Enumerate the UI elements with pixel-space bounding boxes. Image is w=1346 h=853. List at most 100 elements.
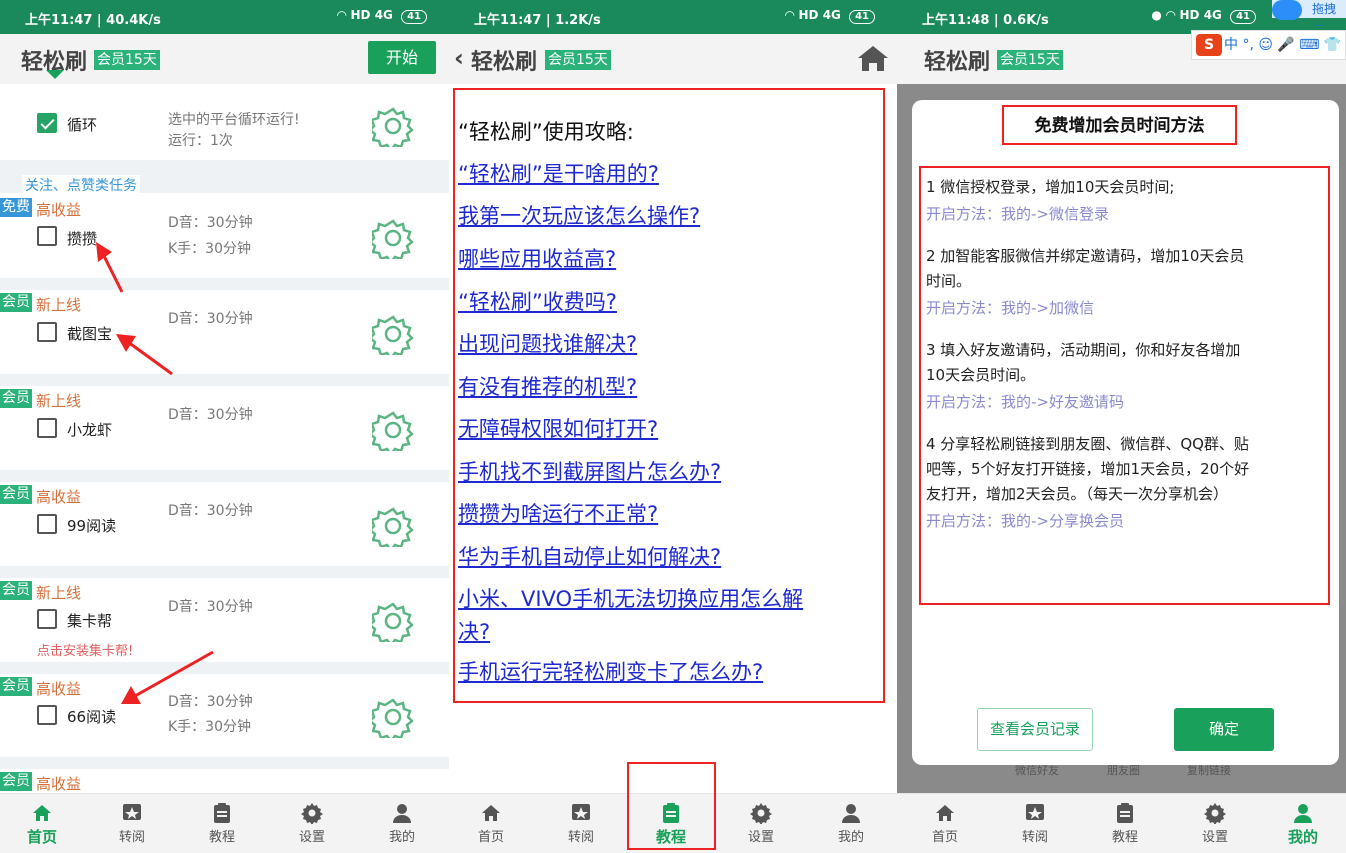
gear-icon[interactable] <box>372 696 414 738</box>
nav-label: 首页 <box>26 828 57 846</box>
settings-icon <box>750 803 772 824</box>
guide-link[interactable]: 有没有推荐的机型? <box>458 371 637 401</box>
nav-label: 我的 <box>837 830 864 845</box>
guide-link[interactable]: 手机运行完轻松刷变卡了怎么办? <box>458 656 763 686</box>
task-name: 集卡帮 <box>67 612 113 630</box>
guide-link[interactable]: 华为手机自动停止如何解决? <box>458 541 721 571</box>
task-subtag: 高收益 <box>36 680 82 698</box>
task-duration-d: D音：30分钟 <box>168 407 253 423</box>
nav-item-tutorial[interactable]: 教程 <box>177 794 267 853</box>
loop-checkbox[interactable] <box>37 113 57 133</box>
task-subtag: 高收益 <box>36 488 82 506</box>
home-icon[interactable] <box>857 44 889 72</box>
nav-item-mine[interactable]: 我的 <box>1260 794 1346 853</box>
view-vip-record-button[interactable]: 查看会员记录 <box>977 708 1093 751</box>
forward-icon <box>572 804 590 820</box>
confirm-button[interactable]: 确定 <box>1174 708 1274 751</box>
rule-text: 友打开，增加2天会员。（每天一次分享机会） <box>926 485 1229 503</box>
gear-icon[interactable] <box>372 600 414 642</box>
gear-icon[interactable] <box>372 505 414 547</box>
rule-text: 1 微信授权登录，增加10天会员时间; <box>926 178 1175 196</box>
start-button[interactable]: 开始 <box>368 41 436 74</box>
vip-badge: 会员15天 <box>997 50 1063 70</box>
nav-item-settings[interactable]: 设置 <box>267 794 357 853</box>
status-time: 上午11:48 | 0.6K/s <box>922 13 1049 28</box>
guide-link[interactable]: 决? <box>458 616 490 646</box>
rule-method: 开启方法：我的->微信登录 <box>926 205 1109 223</box>
task-subtag: 新上线 <box>36 392 82 410</box>
annotation-arrow-icon <box>96 242 124 293</box>
rule-text: 吧等，5个好友打开链接，增加1天会员，20个好 <box>926 460 1250 478</box>
nav-item-mine[interactable]: 我的 <box>357 794 447 853</box>
guide-link[interactable]: 我第一次玩应该怎么操作? <box>458 200 700 230</box>
nav-item-forward[interactable]: 转阅 <box>87 794 177 853</box>
top-bar: 轻松刷 会员15天 开始 <box>0 34 449 84</box>
task-name: 截图宝 <box>67 325 113 343</box>
annotation-arrow-icon <box>121 650 214 704</box>
weibo-icon: ● <box>1151 8 1162 22</box>
task-duration-d: D音：30分钟 <box>168 599 253 615</box>
rule-item: 1 微信授权登录，增加10天会员时间; <box>926 175 1322 200</box>
task-duration-d: D音：30分钟 <box>168 215 253 231</box>
rule-text: 4 分享轻松刷链接到朋友圈、微信群、QQ群、贴 <box>926 435 1249 453</box>
guide-link[interactable]: 出现问题找谁解决? <box>458 328 637 358</box>
settings-icon <box>1204 803 1226 824</box>
nav-item-mine[interactable]: 我的 <box>806 794 896 853</box>
status-bar: 上午11:47 | 40.4K/s ◠ HD 4G 41 <box>0 0 449 34</box>
task-checkbox[interactable] <box>37 514 57 534</box>
nav-label: 设置 <box>1201 830 1228 845</box>
nav-item-home[interactable]: 首页 <box>900 794 990 853</box>
task-checkbox[interactable] <box>37 418 57 438</box>
gear-icon[interactable] <box>372 409 414 451</box>
nav-label: 我的 <box>388 830 415 845</box>
task-duration-k: K手：30分钟 <box>168 241 251 257</box>
status-icons: ● ◠ HD 4G 41 <box>1151 8 1256 24</box>
annotation-arrow-icon <box>116 334 173 376</box>
status-time: 上午11:47 | 1.2K/s <box>474 13 601 28</box>
top-bar: ‹ 轻松刷 会员15天 <box>449 34 897 84</box>
nav-item-settings[interactable]: 设置 <box>716 794 806 853</box>
nav-label: 转阅 <box>1021 830 1048 845</box>
guide-link[interactable]: “轻松刷”收费吗? <box>458 286 617 316</box>
back-icon[interactable]: ‹ <box>454 44 464 72</box>
clipboard-icon <box>1117 803 1133 823</box>
dropdown-indicator-icon[interactable] <box>46 70 64 79</box>
wifi-icon: ◠ <box>337 8 347 22</box>
nav-item-forward[interactable]: 转阅 <box>536 794 626 853</box>
nav-label: 教程 <box>1111 830 1138 845</box>
gear-icon[interactable] <box>372 105 414 147</box>
home-icon <box>936 805 954 821</box>
row-divider <box>0 470 449 482</box>
clipboard-icon <box>214 803 230 823</box>
task-checkbox[interactable] <box>37 609 57 629</box>
ime-toolbar[interactable]: S中 °, ☺ 🎤 ⌨ 👕 <box>1191 30 1346 60</box>
task-checkbox[interactable] <box>37 226 57 246</box>
task-subtag: 高收益 <box>36 775 82 793</box>
nav-label: 首页 <box>931 830 958 845</box>
task-checkbox[interactable] <box>37 322 57 342</box>
gear-icon[interactable] <box>372 313 414 355</box>
user-icon <box>842 804 860 823</box>
nav-label: 教程 <box>208 830 235 845</box>
rule-method: 开启方法：我的->分享换会员 <box>926 512 1124 530</box>
nav-item-home[interactable]: 首页 <box>449 794 536 853</box>
guide-link[interactable]: 哪些应用收益高? <box>458 243 616 273</box>
nav-item-home[interactable]: 首页 <box>0 794 87 853</box>
guide-link[interactable]: 小米、VIVO手机无法切换应用怎么解 <box>458 583 803 613</box>
bottom-nav: 首页 转阅 教程 设置 我的 <box>897 793 1346 853</box>
task-name: 小龙虾 <box>67 421 113 439</box>
task-checkbox[interactable] <box>37 705 57 725</box>
app-title: 轻松刷 <box>471 50 538 75</box>
row-divider <box>0 566 449 578</box>
nav-item-settings[interactable]: 设置 <box>1170 794 1260 853</box>
guide-link[interactable]: “轻松刷”是干啥用的? <box>458 158 659 188</box>
nav-item-forward[interactable]: 转阅 <box>990 794 1080 853</box>
guide-link[interactable]: 无障碍权限如何打开? <box>458 413 658 443</box>
nav-item-tutorial[interactable]: 教程 <box>1080 794 1170 853</box>
forward-icon <box>123 804 141 820</box>
gear-icon[interactable] <box>372 217 414 259</box>
forward-icon <box>1026 804 1044 820</box>
guide-link[interactable]: 手机找不到截屏图片怎么办? <box>458 456 721 486</box>
dialog-title: 免费增加会员时间方法 <box>1002 105 1237 145</box>
guide-link[interactable]: 攒攒为啥运行不正常? <box>458 498 658 528</box>
